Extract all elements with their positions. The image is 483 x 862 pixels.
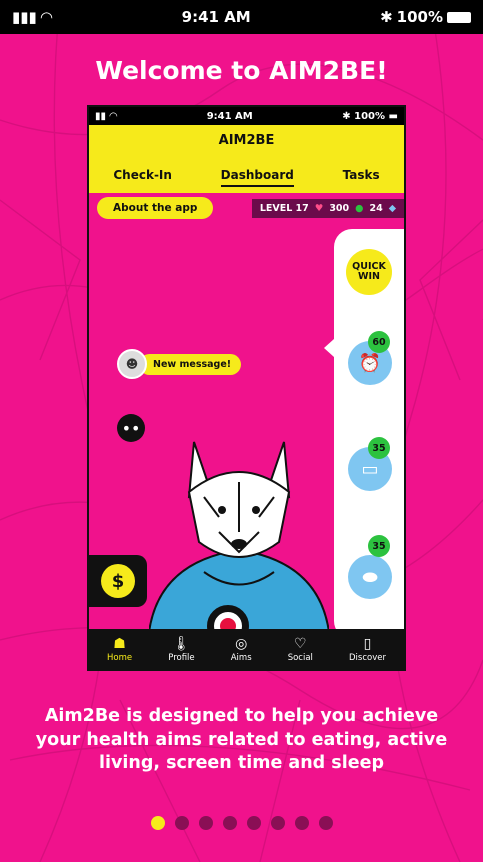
nav-discover[interactable]: ▯ Discover [349,635,386,663]
coins-value: 24 [369,203,383,214]
welcome-title: Welcome to AIM2BE! [95,56,388,85]
phone-screenshot: ▮▮ ◠ 9:41 AM ✱ 100% ▬ AIM2BE Check-In Da… [87,105,406,671]
reward-badge: 35 [368,437,390,459]
nav-social[interactable]: ♡ Social [288,635,313,663]
page-dot-3[interactable] [198,816,213,830]
nav-aims[interactable]: ◎ Aims [231,635,252,663]
home-avatar-icon: ☗ [113,636,126,652]
info-row: About the app LEVEL 17 ♥ 300 ● 24 ◆ [89,197,404,223]
message-avatar: ☻ [117,349,147,379]
onboarding-description: Aim2Be is designed to help you achieve y… [35,706,448,774]
signal-icon: ▮▮▮ [12,8,37,26]
page-dot-6[interactable] [270,816,285,830]
bottom-navigation: ☗ Home 🌡 Profile ◎ Aims ♡ Social ▯ Disco… [89,629,404,669]
status-time: 9:41 AM [181,8,251,26]
heart-icon: ♥ [314,203,324,214]
page-dot-4[interactable] [222,816,237,830]
page-dot-2[interactable] [174,816,189,830]
about-the-app-button[interactable]: About the app [97,197,214,219]
heart-outline-icon: ♡ [294,636,307,652]
panel-pointer [324,339,334,357]
tab-bar: Check-In Dashboard Tasks [89,168,404,187]
aim-activity-button[interactable]: ⬬ [348,555,392,599]
tab-tasks[interactable]: Tasks [343,168,380,187]
bluetooth-icon: ✱ [380,8,393,26]
app-title: AIM2BE [218,133,275,148]
shoe-icon: ⬬ [362,566,378,588]
tab-dashboard[interactable]: Dashboard [220,168,294,187]
money-bag-icon: ● [355,203,364,214]
battery-percent: 100% [396,8,443,26]
inner-status-time: 9:41 AM [206,110,253,122]
status-bar: ▮▮▮ ◠ 9:41 AM ✱ 100% [0,0,483,34]
page-dot-7[interactable] [294,816,309,830]
aims-side-panel: QUICK WIN ⏰ 60 ▭ 35 ⬬ 35 [334,229,404,639]
page-dot-1[interactable] [150,816,165,830]
reward-badge: 60 [368,331,390,353]
new-message-notification[interactable]: ☻ New message! [117,349,242,379]
stats-bar: LEVEL 17 ♥ 300 ● 24 ◆ [251,199,404,218]
points-value: 300 [329,203,350,214]
alarm-clock-icon: ⏰ [358,352,382,374]
pagination-dots [0,816,483,830]
inner-signal-icon: ▮▮ ◠ [95,110,118,122]
reward-badge: 35 [368,535,390,557]
chat-icon[interactable]: •• [117,414,145,442]
bed-icon: ▭ [361,458,379,480]
money-bag-button[interactable]: $ [89,555,147,607]
nav-profile[interactable]: 🌡 Profile [168,635,194,663]
level-label: LEVEL 17 [259,203,309,214]
tab-check-in[interactable]: Check-In [113,168,172,187]
gem-icon: ◆ [388,203,396,214]
quick-win-button[interactable]: QUICK WIN [346,249,392,295]
card-icon: ▯ [363,636,372,652]
inner-battery: ✱ 100% ▬ [342,110,398,122]
wifi-icon: ◠ [40,8,53,26]
thermometer-icon: 🌡 [172,636,191,652]
nav-home[interactable]: ☗ Home [107,635,132,663]
battery-icon [447,11,471,23]
new-message-label: New message! [139,353,242,375]
page-dot-8[interactable] [318,816,333,830]
money-icon: $ [101,564,135,598]
page-dot-5[interactable] [246,816,261,830]
inner-status-bar: ▮▮ ◠ 9:41 AM ✱ 100% ▬ [89,107,404,125]
target-hand-icon: ◎ [235,636,248,652]
app-header: AIM2BE Check-In Dashboard Tasks [89,125,404,193]
wolf-avatar [149,441,329,632]
